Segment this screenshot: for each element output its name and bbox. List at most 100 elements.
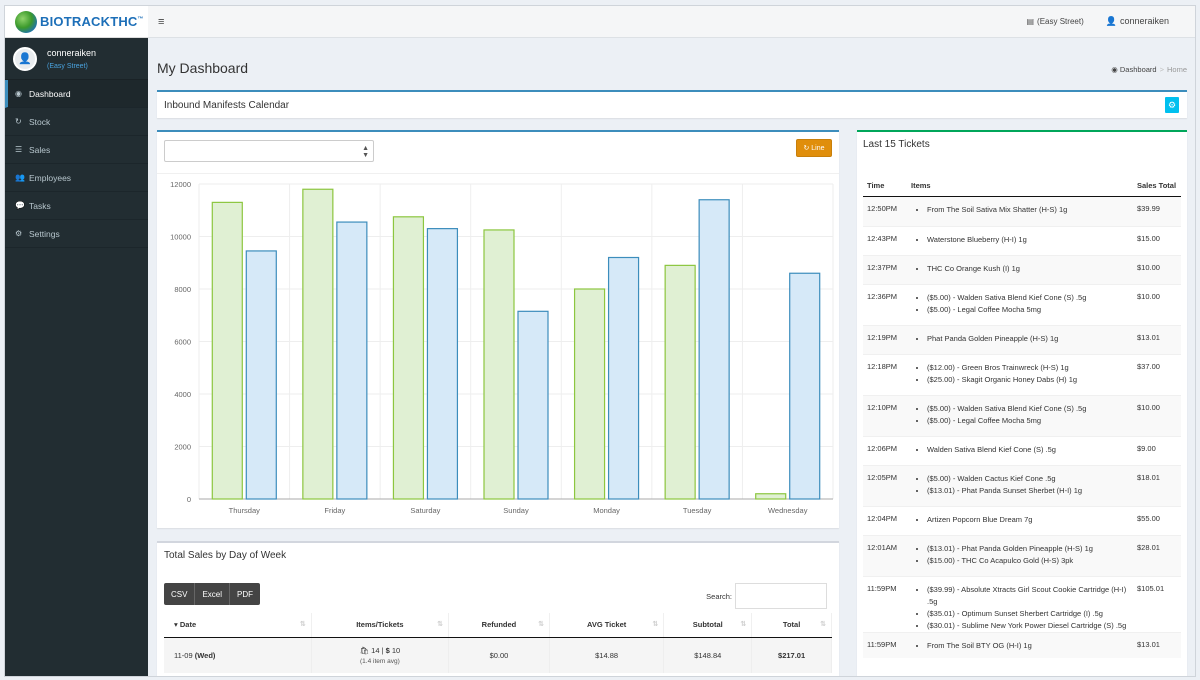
ticket-time: 12:10PM: [863, 394, 907, 436]
col-items-tickets[interactable]: Items/Tickets ⇅: [311, 613, 450, 638]
sidebar-item-settings[interactable]: ⚙ Settings: [5, 220, 148, 248]
brand-logo[interactable]: BIOTRACKTHC™: [5, 6, 148, 38]
dashboard-icon: ◉: [1111, 65, 1120, 74]
gear-icon: ⚙: [1167, 99, 1177, 110]
ticket-time: 12:36PM: [863, 283, 907, 325]
breadcrumb-home[interactable]: Home: [1167, 65, 1187, 74]
col-total[interactable]: Total ⇅: [751, 613, 832, 638]
ticket-items: ($5.00) - Walden Sativa Blend Kief Cone …: [907, 283, 1133, 325]
chart-range-select[interactable]: ▲ ▼: [164, 140, 374, 162]
sort-icon: ⇅: [299, 621, 306, 628]
globe-logo-icon: [15, 10, 37, 33]
bar-series-2[interactable]: [789, 272, 821, 500]
bar-series-1[interactable]: [211, 201, 243, 500]
refresh-icon: ↻: [15, 117, 22, 126]
sort-icon: ⇅: [820, 621, 826, 628]
col-date[interactable]: ▾ Date ⇅: [164, 613, 312, 638]
ticket-items: THC Co Orange Kush (I) 1g: [907, 254, 1133, 284]
sidebar-item-sales[interactable]: ☰ Sales: [5, 136, 148, 164]
sidebar-item-stock[interactable]: ↻ Stock: [5, 108, 148, 136]
table-row: 12:01AM ($13.01) - Phat Panda Golden Pine…: [863, 534, 1181, 576]
y-tick-label: 12000: [170, 180, 191, 189]
bar-series-2[interactable]: [698, 199, 730, 500]
breadcrumb-dashboard[interactable]: Dashboard: [1120, 65, 1157, 74]
ticket-items: From The Soil BTY OG (H-I) 1g: [907, 631, 1133, 658]
ticket-items: ($39.99) - Absolute Xtracts Girl Scout C…: [907, 575, 1133, 632]
sidebar-item-employees[interactable]: 👥 Employees: [5, 164, 148, 192]
comments-icon: 💬: [15, 201, 25, 210]
table-row: 12:10PM ($5.00) - Walden Sativa Blend Kie…: [863, 394, 1181, 436]
x-tick-label: Wednesday: [768, 506, 808, 515]
bag-icon: 🛍: [359, 645, 370, 655]
y-tick-label: 10000: [170, 233, 191, 242]
breadcrumb: ◉ Dashboard > Home: [1111, 65, 1187, 74]
sort-icon: ⇅: [740, 621, 747, 628]
sales-box-title: Total Sales by Day of Week: [164, 550, 287, 561]
search-input[interactable]: [735, 583, 827, 609]
list-item: ($5.00) - Walden Cactus Kief Cone .5g: [927, 473, 1133, 485]
sales-chart-box: ▲ ▼ ↻ Line 0 2000 4000 6000 8000 10000 12000 Thu…: [157, 130, 839, 528]
x-tick-label: Monday: [593, 506, 620, 515]
table-row: 12:19PM Phat Panda Golden Pineapple (H-S)…: [863, 324, 1181, 354]
ticket-total: $105.01: [1133, 575, 1181, 632]
bar-series-1[interactable]: [573, 288, 606, 500]
sidebar-item-dashboard[interactable]: ◉ Dashboard: [5, 80, 148, 108]
list-item: ($5.00) - Walden Sativa Blend Kief Cone …: [927, 403, 1133, 415]
ticket-items: Artizen Popcorn Blue Dream 7g: [907, 505, 1133, 535]
bar-chart: 0 2000 4000 6000 8000 10000 12000 Thursday Frida…: [170, 180, 834, 515]
ticket-time: 11:59PM: [863, 631, 907, 658]
app-window: BIOTRACKTHC™ ≡ ▤ (Easy Street) 👤 conneraik…: [4, 5, 1196, 677]
csv-button[interactable]: CSV: [164, 583, 196, 605]
bar-series-2[interactable]: [517, 310, 549, 500]
select-caret-icon: ▲ ▼: [362, 145, 369, 159]
bar-series-2[interactable]: [426, 228, 459, 500]
store-selector[interactable]: ▤ (Easy Street): [1026, 17, 1083, 26]
x-tick-label: Tuesday: [683, 506, 712, 515]
cogs-icon: ⚙: [15, 229, 23, 238]
page-title: My Dashboard: [157, 60, 249, 76]
table-row: 12:43PM Waterstone Blueberry (H-I) 1g$15.…: [863, 225, 1181, 255]
col-sales-total: Sales Total: [1133, 162, 1181, 197]
col-avg-ticket[interactable]: AVG Ticket ⇅: [549, 613, 665, 638]
bar-series-1[interactable]: [755, 493, 787, 500]
table-row: 12:18PM ($12.00) - Green Bros Trainwreck …: [863, 353, 1181, 395]
avatar: 👤: [13, 46, 37, 71]
pdf-button[interactable]: PDF: [230, 583, 261, 605]
col-subtotal[interactable]: Subtotal ⇅: [663, 613, 753, 638]
ticket-items: ($13.01) - Phat Panda Golden Pineapple (…: [907, 534, 1133, 576]
ticket-time: 12:18PM: [863, 353, 907, 395]
col-refunded[interactable]: Refunded ⇅: [448, 613, 550, 638]
calendar-settings-button[interactable]: ⚙: [1165, 97, 1179, 113]
excel-button[interactable]: Excel: [195, 583, 231, 605]
bar-series-1[interactable]: [664, 264, 696, 500]
ticket-total: $9.00: [1133, 435, 1181, 465]
table-row: 11-09 (Wed) 🛍 14 | $ 10 (1.4 item avg) $…: [164, 637, 832, 673]
bar-series-2[interactable]: [336, 221, 368, 500]
bar-series-2[interactable]: [607, 256, 640, 500]
x-tick-label: Saturday: [410, 506, 440, 515]
sidebar-toggle-icon[interactable]: ≡: [158, 16, 164, 28]
list-item: ($15.00) - THC Co Acapulco Gold (H-S) 3p…: [927, 555, 1133, 567]
sidebar-user-name: conneraiken: [47, 47, 97, 58]
line-chart-button[interactable]: ↻ Line: [796, 139, 832, 157]
list-item: Artizen Popcorn Blue Dream 7g: [927, 514, 1133, 526]
ticket-items: Phat Panda Golden Pineapple (H-S) 1g: [907, 324, 1133, 354]
sort-icon: ⇅: [538, 621, 544, 628]
ticket-total: $15.00: [1133, 225, 1181, 255]
list-item: Waterstone Blueberry (H-I) 1g: [927, 234, 1133, 246]
y-tick-label: 8000: [174, 285, 191, 294]
ticket-items: Walden Sativa Blend Kief Cone (S) .5g: [907, 435, 1133, 465]
sidebar-item-tasks[interactable]: 💬 Tasks: [5, 192, 148, 220]
list-item: From The Soil Sativa Mix Shatter (H-S) 1…: [927, 204, 1133, 216]
users-icon: 👥: [15, 173, 25, 182]
bar-series-2[interactable]: [245, 250, 277, 500]
ticket-items: Waterstone Blueberry (H-I) 1g: [907, 225, 1133, 255]
user-menu[interactable]: 👤 conneraiken: [1106, 16, 1169, 27]
bar-series-1[interactable]: [392, 216, 425, 500]
bar-series-1[interactable]: [483, 229, 515, 500]
ticket-time: 11:59PM: [863, 575, 907, 632]
list-item: ($30.01) - Sublime New York Power Diesel…: [927, 620, 1133, 632]
bar-series-1[interactable]: [302, 188, 334, 500]
ticket-total: $13.01: [1133, 324, 1181, 354]
export-buttons: CSV Excel PDF: [164, 583, 261, 605]
